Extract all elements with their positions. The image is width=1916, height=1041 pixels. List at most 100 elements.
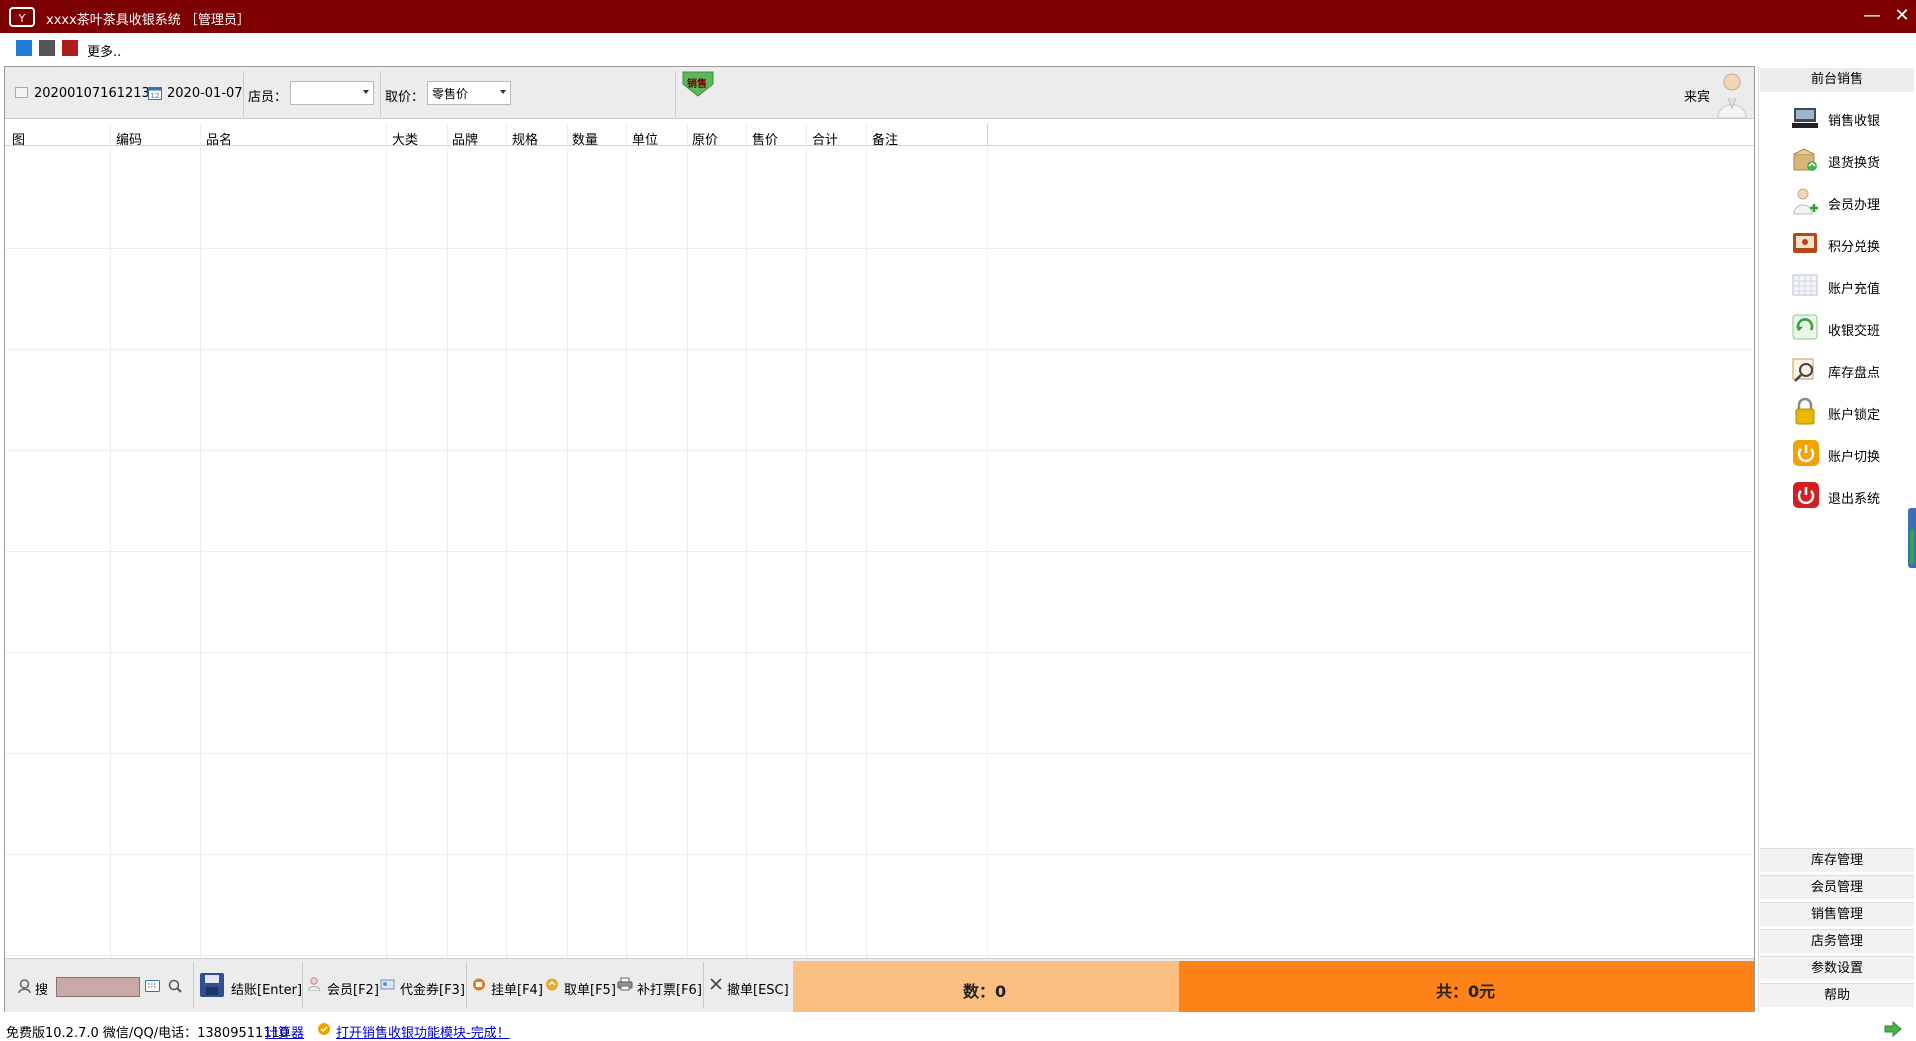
cancel-order-label: 撤单[ESC] [727, 983, 789, 998]
sidebar-section-store-affairs[interactable]: 店务管理 [1760, 929, 1914, 953]
sidebar-section-inventory[interactable]: 库存管理 [1760, 848, 1914, 872]
column-header-remark[interactable]: 备注 [872, 129, 898, 148]
sale-date[interactable]: 2020-01-07 [167, 86, 243, 101]
column-header-code[interactable]: 编码 [116, 129, 142, 148]
column-divider [447, 124, 448, 958]
power-off-icon [1793, 482, 1819, 508]
product-search-input[interactable] [56, 977, 140, 997]
status-message[interactable]: 打开销售收银功能模块-完成！ [336, 1022, 510, 1041]
keyboard-icon[interactable] [145, 980, 160, 992]
price-mode-select[interactable]: 零售价 [427, 81, 511, 105]
shift-handover-icon [1792, 314, 1818, 340]
sidebar-item-label: 库存盘点 [1828, 366, 1881, 381]
column-header-image[interactable]: 图 [12, 129, 25, 148]
skin-gray-button[interactable] [39, 40, 55, 56]
sidebar-item-label: 会员办理 [1828, 198, 1881, 213]
svg-text:Y: Y [18, 12, 26, 25]
toolbar-divider [675, 71, 676, 117]
sidebar-item-label: 积分兑换 [1828, 240, 1881, 255]
column-header-unit[interactable]: 单位 [632, 129, 658, 148]
column-divider [200, 124, 201, 958]
arrow-right-icon[interactable] [1884, 1021, 1902, 1037]
sidebar-section-help[interactable]: 帮助 [1760, 983, 1914, 1007]
column-header-name[interactable]: 品名 [206, 129, 232, 148]
column-divider [110, 124, 111, 958]
search-icon[interactable] [168, 979, 182, 993]
bottom-divider [302, 962, 303, 1008]
column-header-quantity[interactable]: 数量 [572, 129, 598, 148]
column-divider [987, 146, 988, 958]
sidebar-item-membership[interactable]: 会员办理 [1788, 184, 1910, 218]
side-scroll-handle[interactable] [1908, 508, 1916, 568]
member-button[interactable]: 会员[F2] [308, 970, 379, 1000]
column-header-brand[interactable]: 品牌 [452, 129, 478, 148]
hold-order-button[interactable]: 挂单[F4] [472, 970, 543, 1000]
close-button[interactable]: ✕ [1888, 4, 1916, 28]
sale-mode-badge: 销售 [679, 70, 717, 98]
search-label: 搜 [35, 983, 49, 998]
hold-order-label: 挂单[F4] [491, 983, 543, 998]
sidebar-section-members[interactable]: 会员管理 [1760, 875, 1914, 899]
sidebar-item-stocktake[interactable]: 库存盘点 [1788, 352, 1910, 386]
sales-panel [4, 66, 1755, 1012]
toolbar-divider [243, 71, 244, 117]
retrieve-order-button[interactable]: 取单[F5] [545, 970, 616, 1000]
toolbar-divider [380, 71, 381, 117]
sidebar-item-label: 收银交班 [1828, 324, 1881, 339]
voucher-icon [380, 979, 395, 990]
cancel-order-button[interactable]: 撤单[ESC] [708, 970, 789, 1000]
row-divider [6, 854, 1753, 855]
total-amount: 共：0元 [1436, 982, 1496, 1001]
sidebar-item-label: 账户充值 [1828, 282, 1881, 297]
sidebar-item-exit-system[interactable]: 退出系统 [1788, 478, 1910, 512]
sidebar-item-account-lock[interactable]: 账户锁定 [1788, 394, 1910, 428]
sidebar-item-sales-checkout[interactable]: 销售收银 [1788, 100, 1910, 134]
sidebar-item-account-recharge[interactable]: 账户充值 [1788, 268, 1910, 302]
sidebar-item-label: 账户切换 [1828, 450, 1881, 465]
sidebar-item-points-exchange[interactable]: 积分兑换 [1788, 226, 1910, 260]
customer-avatar[interactable] [1712, 68, 1752, 118]
side-scroll-indicator [1910, 530, 1914, 564]
reprint-receipt-button[interactable]: 补打票[F6] [617, 970, 702, 1000]
points-exchange-icon [1793, 233, 1817, 253]
column-header-spec[interactable]: 规格 [512, 129, 538, 148]
return-box-icon [1793, 148, 1817, 171]
recharge-calendar-icon [1792, 274, 1818, 296]
clerk-select[interactable] [290, 81, 374, 105]
calculator-link[interactable]: 计算器 [265, 1022, 304, 1041]
switch-account-icon [1793, 440, 1819, 466]
more-skins-link[interactable]: 更多.. [87, 41, 121, 60]
sidebar-section-sales[interactable]: 销售管理 [1760, 902, 1914, 926]
column-divider [386, 124, 387, 958]
column-header-sale-price[interactable]: 售价 [752, 129, 778, 148]
column-header-original-price[interactable]: 原价 [692, 129, 718, 148]
column-divider [987, 124, 988, 146]
column-header-subtotal[interactable]: 合计 [812, 129, 838, 148]
item-count: 数：0 [963, 982, 1007, 1001]
sidebar-section-settings[interactable]: 参数设置 [1760, 956, 1914, 980]
voucher-label: 代金券[F3] [400, 983, 465, 998]
bottom-divider [466, 962, 467, 1008]
sidebar-item-returns[interactable]: 退货换货 [1788, 142, 1910, 176]
window-title: xxxx茶叶茶具收银系统 ［管理员］ [46, 13, 250, 28]
svg-text:12: 12 [151, 92, 160, 100]
column-divider [746, 124, 747, 958]
checkout-button[interactable]: 结账[Enter] [197, 966, 302, 1006]
skin-blue-button[interactable] [16, 40, 32, 56]
version-info: 免费版10.2.7.0 微信/QQ/电话：13809511110 [6, 1026, 289, 1041]
column-divider [506, 124, 507, 958]
calendar-icon[interactable]: 12 [148, 86, 162, 100]
skin-red-button[interactable] [62, 40, 78, 56]
sidebar-section-front-sales[interactable]: 前台销售 [1760, 68, 1914, 92]
column-divider [567, 124, 568, 958]
row-divider [6, 955, 1753, 956]
hold-order-icon [473, 978, 485, 991]
column-divider [806, 124, 807, 958]
save-disk-icon [200, 973, 224, 997]
voucher-button[interactable]: 代金券[F3] [380, 970, 465, 1000]
sidebar-item-shift-handover[interactable]: 收银交班 [1788, 310, 1910, 344]
minimize-button[interactable]: — [1858, 4, 1886, 28]
bottom-divider [703, 962, 704, 1008]
sidebar-item-switch-account[interactable]: 账户切换 [1788, 436, 1910, 470]
column-header-category[interactable]: 大类 [392, 129, 418, 148]
